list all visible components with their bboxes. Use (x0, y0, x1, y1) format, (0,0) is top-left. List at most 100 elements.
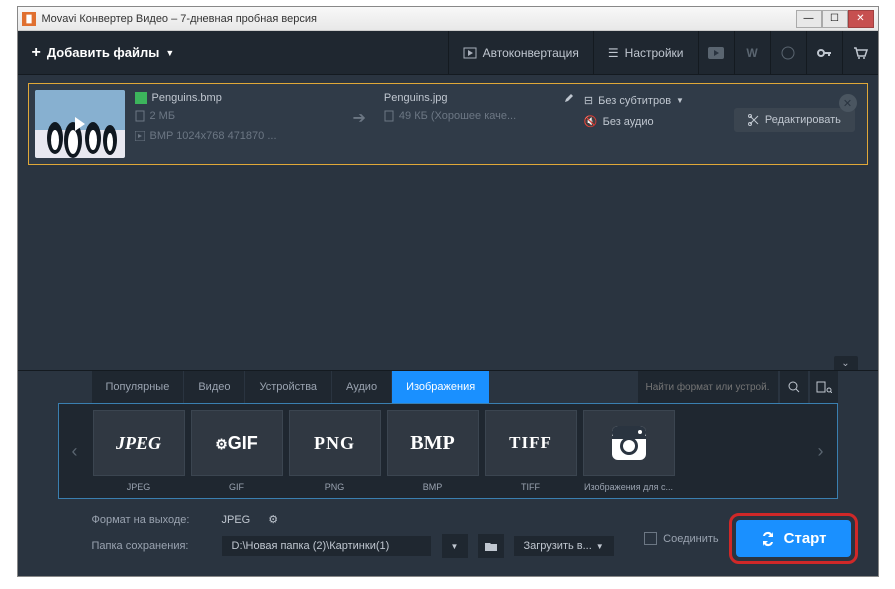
collapse-panel-button[interactable]: ⌄ (834, 356, 858, 370)
format-png[interactable]: PNG PNG (289, 410, 381, 494)
audio-label: Без аудио (603, 116, 654, 128)
format-label: PNG (289, 476, 381, 494)
scroll-right-button[interactable]: › (804, 403, 838, 499)
tab-images[interactable]: Изображения (392, 371, 490, 403)
checkbox-icon (644, 532, 657, 545)
image-file-icon (135, 92, 147, 104)
detect-device-button[interactable] (810, 371, 838, 403)
format-jpeg[interactable]: JPEG JPEG (93, 410, 185, 494)
main-toolbar: Добавить файлы ▼ Автоконвертация ☰ Настр… (18, 31, 878, 75)
output-format-label: Формат на выходе: (92, 514, 212, 526)
subtitles-label: Без субтитров (598, 95, 671, 107)
audio-option[interactable]: 🔇 Без аудио (584, 111, 724, 132)
pencil-icon[interactable] (564, 93, 574, 103)
path-dropdown-button[interactable]: ▼ (442, 534, 468, 558)
chevron-down-icon: ▼ (596, 542, 604, 551)
bottom-panel: Популярные Видео Устройства Аудио Изобра… (18, 370, 878, 576)
file-thumbnail[interactable]: 00:00:00 ★ (35, 90, 125, 158)
vk-icon-button[interactable]: W (734, 31, 770, 74)
format-label: TIFF (485, 476, 577, 494)
play-icon (75, 117, 85, 131)
folder-icon (484, 541, 498, 552)
tab-audio[interactable]: Аудио (332, 371, 392, 403)
join-label: Соединить (663, 533, 719, 545)
options-info: ⊟ Без субтитров ▼ 🔇 Без аудио (584, 90, 724, 132)
scissors-icon (748, 114, 760, 126)
mute-icon: 🔇 (584, 115, 598, 128)
youtube-icon-button[interactable] (698, 31, 734, 74)
format-search[interactable] (638, 371, 778, 403)
upload-label: Загрузить в... (524, 540, 592, 552)
output-size: 49 КБ (Хорошее каче... (399, 110, 516, 122)
scroll-left-button[interactable]: ‹ (58, 403, 92, 499)
format-tabs: Популярные Видео Устройства Аудио Изобра… (18, 371, 878, 403)
auto-convert-button[interactable]: Автоконвертация (448, 31, 593, 74)
output-folder-path[interactable]: D:\Новая папка (2)\Картинки(1) (222, 536, 432, 556)
camera-icon (608, 422, 650, 464)
window-controls: — ☐ ✕ (796, 10, 874, 28)
format-label: Изображения для с... (583, 476, 675, 494)
cc-icon: ⊟ (584, 94, 593, 107)
cart-icon-button[interactable] (842, 31, 878, 74)
format-logo: JPEG (116, 433, 161, 454)
subtitles-option[interactable]: ⊟ Без субтитров ▼ (584, 90, 724, 111)
footer-panel: Формат на выходе: JPEG ⚙ Папка сохранени… (18, 499, 878, 576)
resolution-icon (135, 131, 145, 141)
format-tiff[interactable]: TIFF TIFF (485, 410, 577, 494)
tab-video[interactable]: Видео (184, 371, 245, 403)
globe-icon-button[interactable] (770, 31, 806, 74)
add-files-button[interactable]: Добавить файлы ▼ (18, 31, 189, 74)
browse-folder-button[interactable] (478, 534, 504, 558)
output-info: Penguins.jpg 49 КБ (Хорошее каче... (384, 90, 574, 126)
tab-popular[interactable]: Популярные (92, 371, 185, 403)
window-frame: Movavi Конвертер Видео – 7-дневная пробн… (17, 6, 879, 577)
chevron-down-icon: ▼ (676, 96, 684, 105)
format-strip: ‹ JPEG JPEG ⚙GIF GIF PNG PNG B (18, 403, 878, 499)
source-filename: Penguins.bmp (152, 92, 222, 104)
edit-label: Редактировать (765, 114, 841, 126)
format-label: BMP (387, 476, 479, 494)
close-button[interactable]: ✕ (848, 10, 874, 28)
settings-button[interactable]: ☰ Настройки (593, 31, 698, 74)
format-instagram[interactable]: Изображения для с... (583, 410, 675, 494)
add-files-label: Добавить файлы (47, 45, 160, 60)
chevron-down-icon: ▼ (165, 48, 174, 58)
format-list: JPEG JPEG ⚙GIF GIF PNG PNG BMP BMP (58, 403, 838, 499)
upload-to-button[interactable]: Загрузить в... ▼ (514, 536, 614, 556)
key-icon-button[interactable] (806, 31, 842, 74)
source-resolution: BMP 1024x768 471870 ... (150, 130, 277, 142)
start-button[interactable]: Старт (736, 520, 851, 557)
maximize-button[interactable]: ☐ (822, 10, 848, 28)
start-label: Старт (784, 530, 827, 547)
auto-convert-icon (463, 47, 477, 59)
join-checkbox[interactable]: Соединить (644, 532, 719, 545)
file-item[interactable]: 00:00:00 ★ Penguins.bmp 2 МБ BMP 1024x76… (28, 83, 868, 165)
app-icon (22, 12, 36, 26)
titlebar: Movavi Конвертер Видео – 7-дневная пробн… (18, 7, 878, 31)
output-filename: Penguins.jpg (384, 92, 448, 104)
arrow-icon: ➔ (345, 90, 374, 128)
convert-icon (760, 531, 776, 547)
format-logo: ⚙GIF (215, 433, 258, 454)
tab-devices[interactable]: Устройства (245, 371, 332, 403)
format-logo: TIFF (509, 433, 552, 453)
edit-button[interactable]: Редактировать (734, 108, 855, 132)
gear-icon[interactable]: ⚙ (268, 513, 278, 526)
remove-item-button[interactable]: ✕ (839, 94, 857, 112)
format-logo: PNG (314, 433, 355, 454)
format-bmp[interactable]: BMP BMP (387, 410, 479, 494)
source-size: 2 МБ (150, 110, 176, 122)
format-search-input[interactable] (646, 382, 770, 393)
auto-convert-label: Автоконвертация (483, 46, 579, 60)
search-icon-button[interactable] (780, 371, 808, 403)
format-label: JPEG (93, 476, 185, 494)
file-icon (384, 110, 394, 122)
window-title: Movavi Конвертер Видео – 7-дневная пробн… (42, 13, 796, 25)
minimize-button[interactable]: — (796, 10, 822, 28)
format-gif[interactable]: ⚙GIF GIF (191, 410, 283, 494)
output-folder-label: Папка сохранения: (92, 540, 212, 552)
format-label: GIF (191, 476, 283, 494)
app-body: Добавить файлы ▼ Автоконвертация ☰ Настр… (18, 31, 878, 576)
start-highlight: Старт (729, 513, 858, 564)
format-logo: BMP (410, 432, 454, 455)
